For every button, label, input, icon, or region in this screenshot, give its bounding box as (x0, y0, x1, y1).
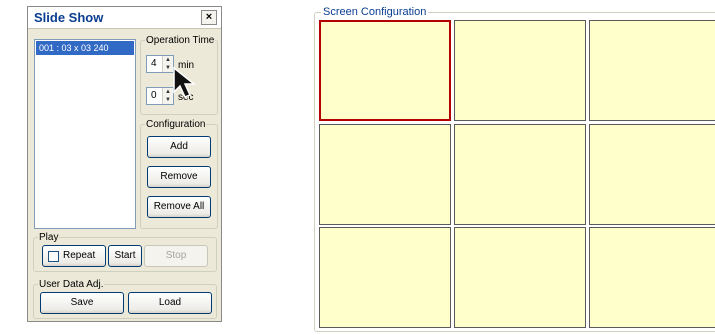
screen-cell[interactable] (589, 124, 715, 225)
operation-time-legend: Operation Time (146, 35, 215, 46)
save-button[interactable]: Save (40, 292, 124, 314)
load-button[interactable]: Load (128, 292, 212, 314)
slide-show-panel: Slide Show × 001 : 03 x 03 240 Operation… (27, 6, 222, 322)
screen-cell[interactable] (589, 227, 715, 328)
screen-cell[interactable] (454, 20, 586, 121)
close-button[interactable]: × (201, 10, 217, 25)
seconds-value: 0 (151, 90, 157, 101)
checkbox-icon[interactable] (48, 251, 59, 262)
screen-cell[interactable] (319, 20, 451, 121)
mouse-cursor-icon (173, 66, 197, 98)
seconds-stepper[interactable]: 0 ▲ ▼ (146, 87, 174, 105)
window-title: Slide Show (34, 10, 104, 25)
screen-configuration-legend: Screen Configuration (321, 6, 429, 18)
slide-list[interactable]: 001 : 03 x 03 240 (34, 39, 136, 229)
list-item[interactable]: 001 : 03 x 03 240 (36, 41, 134, 55)
remove-all-button[interactable]: Remove All (147, 196, 211, 218)
minutes-stepper[interactable]: 4 ▲ ▼ (146, 55, 174, 73)
screen-cell[interactable] (454, 227, 586, 328)
minutes-value: 4 (151, 58, 157, 69)
add-button[interactable]: Add (147, 136, 211, 158)
repeat-checkbox[interactable]: Repeat (42, 245, 106, 267)
user-data-legend: User Data Adj. (39, 279, 104, 290)
start-button[interactable]: Start (108, 245, 142, 267)
spin-up-icon[interactable]: ▲ (163, 56, 173, 64)
title-bar: Slide Show × (28, 7, 221, 29)
remove-button[interactable]: Remove (147, 166, 211, 188)
screen-cell[interactable] (589, 20, 715, 121)
screen-cell[interactable] (319, 227, 451, 328)
screen-cell[interactable] (454, 124, 586, 225)
screen-cell[interactable] (319, 124, 451, 225)
screen-grid (319, 20, 715, 335)
repeat-label: Repeat (63, 250, 96, 261)
configuration-legend: Configuration (146, 119, 206, 130)
stop-button[interactable]: Stop (144, 245, 208, 267)
play-legend: Play (39, 232, 59, 243)
